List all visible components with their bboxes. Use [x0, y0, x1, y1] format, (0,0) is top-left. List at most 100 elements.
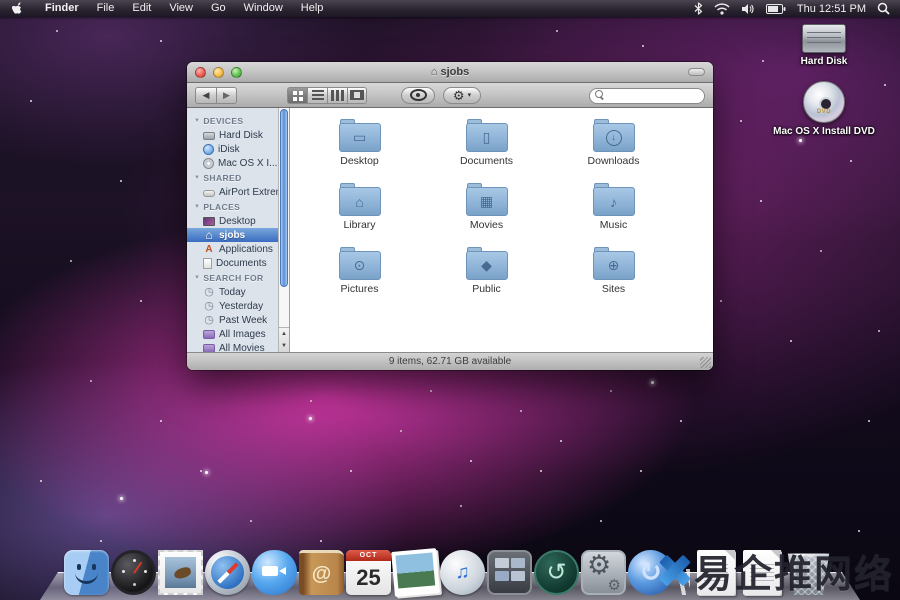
disclosure-triangle-icon[interactable]: ▼ — [194, 204, 200, 210]
sidebar-scrollbar[interactable]: ▲ ▼ — [278, 108, 289, 352]
airport-icon — [203, 190, 215, 197]
column-view-button[interactable] — [327, 87, 347, 104]
sidebar-item-all-images[interactable]: All Images — [187, 327, 278, 341]
dock-icon-dashboard[interactable] — [111, 550, 156, 595]
desktop-icon-hard-disk[interactable]: Hard Disk — [801, 24, 848, 67]
menu-item-window[interactable]: Window — [235, 0, 292, 17]
disclosure-triangle-icon[interactable]: ▼ — [194, 275, 200, 281]
icon-view-icon — [293, 91, 297, 95]
window-controls — [187, 67, 242, 78]
dock-icon-spaces[interactable] — [487, 550, 532, 595]
apps-icon — [203, 243, 215, 255]
desktop-icon-install-dvd[interactable]: DVDMac OS X Install DVD — [773, 81, 875, 137]
clock-icon — [203, 314, 215, 326]
desktop-glyph-icon: ▭ — [339, 123, 381, 152]
spotlight-search-icon[interactable] — [877, 2, 890, 15]
calendar-month: OCT — [346, 550, 391, 561]
dock-icon-ichat[interactable] — [252, 550, 297, 595]
menu-clock[interactable]: Thu 12:51 PM — [797, 3, 866, 15]
folder-icon: ◆ — [466, 246, 508, 280]
desktop-icon-label: Hard Disk — [801, 56, 848, 67]
icon-view-button[interactable] — [287, 87, 307, 104]
folder-music[interactable]: ♪Music — [550, 180, 677, 244]
folder-documents[interactable]: ▯Documents — [423, 116, 550, 180]
folder-label: Library — [343, 219, 375, 231]
sidebar-item-idisk[interactable]: iDisk — [187, 142, 278, 156]
disclosure-triangle-icon[interactable]: ▼ — [194, 175, 200, 181]
scrollbar-thumb[interactable] — [280, 109, 288, 287]
dock-icon-safari[interactable] — [205, 550, 250, 595]
dock-icon-finder[interactable] — [64, 550, 109, 595]
sidebar-item-applications[interactable]: Applications — [187, 242, 278, 256]
disc-text: DVD — [817, 109, 831, 115]
dock-icon-ical[interactable]: OCT25 — [346, 550, 391, 595]
close-button[interactable] — [195, 67, 206, 78]
glyph-char: ◆ — [481, 257, 492, 274]
sidebar-item-yesterday[interactable]: Yesterday — [187, 299, 278, 313]
menu-item-go[interactable]: Go — [202, 0, 235, 17]
title-bar[interactable]: ⌂sjobs — [187, 62, 713, 83]
sidebar-item-label: Mac OS X I... — [218, 158, 277, 169]
folder-movies[interactable]: ▦Movies — [423, 180, 550, 244]
desktop-icons: Hard Disk DVDMac OS X Install DVD — [764, 24, 884, 137]
watermark-text: 易企推网络 — [694, 543, 894, 598]
toolbar-toggle-pill[interactable] — [688, 68, 705, 76]
menu-item-finder[interactable]: Finder — [36, 0, 88, 17]
dock-icon-timemachine[interactable] — [534, 550, 579, 595]
sidebar-item-sjobs[interactable]: sjobs — [187, 228, 278, 242]
disclosure-triangle-icon[interactable]: ▼ — [194, 118, 200, 124]
dock-icon-addressbook[interactable] — [299, 550, 344, 595]
sidebar-item-mac-os-x-i-[interactable]: Mac OS X I...⏏ — [187, 156, 278, 170]
sidebar-section-devices: ▼DEVICES — [187, 113, 278, 128]
minimize-button[interactable] — [213, 67, 224, 78]
column-view-icon — [331, 90, 334, 101]
coverflow-view-button[interactable] — [347, 87, 367, 104]
doc-icon — [203, 258, 212, 269]
folder-label: Downloads — [588, 155, 640, 167]
wifi-icon[interactable] — [714, 3, 730, 15]
dock-icon-itunes[interactable] — [440, 550, 485, 595]
sidebar-item-airport-extreme[interactable]: AirPort Extreme — [187, 185, 278, 199]
menu-items: FinderFileEditViewGoWindowHelp — [36, 0, 332, 17]
dock-icon-iphoto[interactable] — [391, 548, 440, 597]
sidebar-item-documents[interactable]: Documents — [187, 256, 278, 270]
folder-sites[interactable]: ⊕Sites — [550, 244, 677, 308]
glyph-char: ↓ — [606, 130, 622, 146]
folder-icon: ▭ — [339, 118, 381, 152]
folder-pictures[interactable]: ⊙Pictures — [296, 244, 423, 308]
zoom-button[interactable] — [231, 67, 242, 78]
sidebar-item-past-week[interactable]: Past Week — [187, 313, 278, 327]
sidebar-item-desktop[interactable]: Desktop — [187, 214, 278, 228]
sidebar-item-today[interactable]: Today — [187, 285, 278, 299]
action-menu-button[interactable]: ⚙ ▾ — [443, 87, 481, 104]
sidebar: ▼DEVICESHard DiskiDiskMac OS X I...⏏▼SHA… — [187, 108, 290, 352]
menu-item-edit[interactable]: Edit — [123, 0, 160, 17]
folder-public[interactable]: ◆Public — [423, 244, 550, 308]
bluetooth-icon[interactable] — [694, 2, 703, 15]
folder-downloads[interactable]: ↓ Downloads — [550, 116, 677, 180]
battery-icon[interactable] — [766, 4, 786, 14]
dock-icon-sysprefs[interactable] — [581, 550, 626, 595]
forward-button[interactable]: ▶ — [216, 87, 237, 104]
menu-item-help[interactable]: Help — [292, 0, 333, 17]
quick-look-button[interactable] — [401, 87, 435, 104]
sidebar-item-hard-disk[interactable]: Hard Disk — [187, 128, 278, 142]
folder-library[interactable]: ⌂Library — [296, 180, 423, 244]
list-view-button[interactable] — [307, 87, 327, 104]
back-button[interactable]: ◀ — [195, 87, 216, 104]
menu-status-area: Thu 12:51 PM — [694, 2, 900, 15]
volume-icon[interactable] — [741, 3, 755, 15]
menu-item-file[interactable]: File — [88, 0, 124, 17]
crossed-arrows-logo — [658, 554, 692, 588]
apple-menu[interactable] — [0, 2, 36, 15]
sidebar-item-label: iDisk — [218, 144, 240, 155]
dock-icon-mail[interactable] — [158, 550, 203, 595]
resize-grip[interactable] — [700, 357, 711, 368]
search-input[interactable] — [589, 88, 705, 104]
folder-desktop[interactable]: ▭Desktop — [296, 116, 423, 180]
scroll-up-arrow[interactable]: ▲ — [281, 331, 287, 337]
movies-glyph-icon: ▦ — [466, 187, 508, 216]
sidebar-item-all-movies[interactable]: All Movies — [187, 341, 278, 352]
menu-item-view[interactable]: View — [160, 0, 202, 17]
scroll-down-arrow[interactable]: ▼ — [281, 343, 287, 349]
